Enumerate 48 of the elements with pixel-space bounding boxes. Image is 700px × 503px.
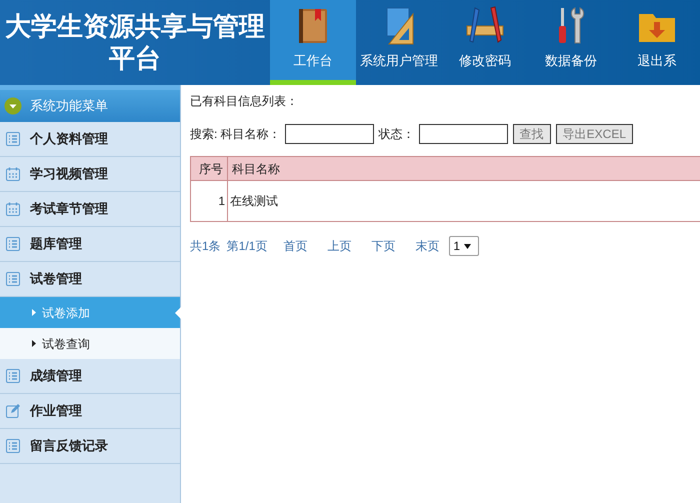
app-title: 大学生资源共享与管理 [5, 10, 265, 42]
menu-item[interactable]: 考试章节管理 [0, 192, 180, 227]
page-link[interactable]: 首页 [283, 237, 308, 255]
dropdown-icon [4, 97, 22, 115]
pencil-icon [465, 6, 505, 46]
column-header: 序号 [191, 157, 228, 180]
caret-icon [32, 309, 36, 316]
caret-icon [464, 244, 472, 248]
page-link[interactable]: 末页 [415, 237, 440, 255]
submenu-item[interactable]: 试卷查询 [0, 328, 180, 359]
status-field[interactable] [418, 124, 508, 144]
page-link[interactable]: 下页 [371, 237, 396, 255]
menu-item[interactable]: 个人资料管理 [0, 122, 180, 157]
table-cell: 1 [191, 181, 228, 221]
menu-item[interactable]: 留言反馈记录 [0, 429, 180, 464]
search-label: 搜索: 科目名称： [190, 126, 281, 143]
nav-tab[interactable]: 系统用户管理 [356, 0, 442, 85]
page-select[interactable]: 1 [449, 236, 480, 256]
list-icon [6, 237, 20, 251]
action-button[interactable]: 导出EXCEL [556, 124, 634, 144]
nav-tab[interactable]: 工作台 [270, 0, 356, 85]
name-field[interactable] [284, 124, 374, 144]
list-icon [6, 272, 20, 286]
menu-item[interactable]: 题库管理 [0, 227, 180, 262]
table-cell-text: 在线测试 [229, 193, 279, 210]
nav-tab[interactable]: 数据备份 [528, 0, 614, 85]
caret-icon [32, 340, 36, 347]
nav-tab[interactable]: 退出系 [614, 0, 700, 85]
app-title: 平台 [109, 42, 161, 74]
action-button[interactable]: 查找 [512, 124, 551, 144]
column-header: 科目名称 [231, 160, 281, 178]
calendar-icon [6, 202, 20, 216]
page-link[interactable]: 上页 [327, 237, 352, 255]
page-count: 第1/1页 [226, 238, 268, 255]
status-label: 状态： [378, 126, 415, 143]
menu-item[interactable]: 成绩管理 [0, 359, 180, 394]
list-icon [6, 369, 20, 383]
pointer-icon [175, 307, 181, 319]
sidebar-title: 系统功能菜单 [30, 97, 108, 116]
list-icon [6, 439, 20, 453]
list-icon [6, 132, 20, 146]
edit-icon [6, 404, 20, 418]
list-heading: 已有科目信息列表： [190, 93, 299, 110]
menu-item[interactable]: 学习视频管理 [0, 157, 180, 192]
calendar-icon [6, 167, 20, 181]
record-count: 共1条 [190, 238, 221, 255]
menu-item[interactable]: 作业管理 [0, 394, 180, 429]
nav-tab[interactable]: 修改密码 [442, 0, 528, 85]
